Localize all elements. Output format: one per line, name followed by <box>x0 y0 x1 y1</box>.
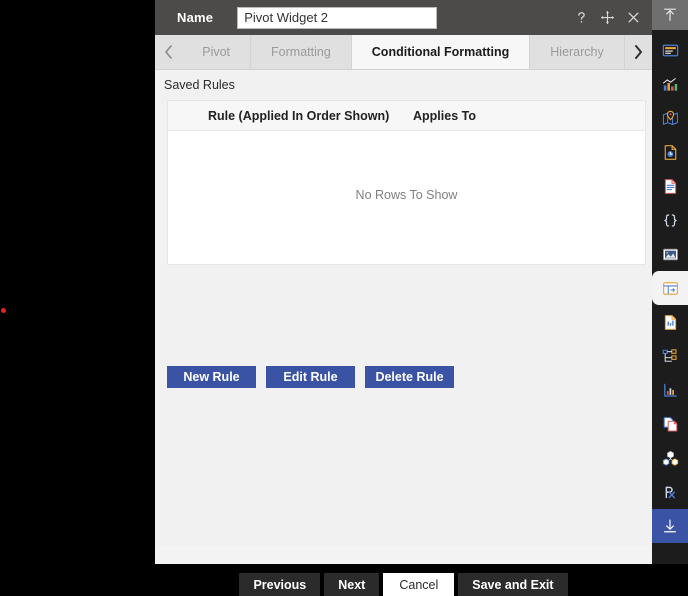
rules-grid-viewport: No Rows To Show <box>168 131 645 264</box>
pivot-widget-icon[interactable] <box>652 271 688 305</box>
widget-toolbar <box>652 0 688 564</box>
saved-rules-title: Saved Rules <box>164 78 235 92</box>
download-icon[interactable] <box>652 509 688 543</box>
map-pin-icon[interactable] <box>652 101 688 135</box>
cancel-button[interactable]: Cancel <box>383 573 455 596</box>
next-button[interactable]: Next <box>324 573 380 596</box>
tab-formatting[interactable]: Formatting <box>251 35 352 69</box>
column-header-rule[interactable]: Rule (Applied In Order Shown) <box>208 109 413 123</box>
tab-list: Pivot Formatting Conditional Formatting … <box>182 35 625 69</box>
line-chart-icon[interactable] <box>652 373 688 407</box>
tab-label: Pivot <box>202 45 231 59</box>
tab-label: Formatting <box>271 45 331 59</box>
new-rule-button[interactable]: New Rule <box>167 366 256 388</box>
canvas-marker-dot <box>1 308 6 313</box>
tab-label: Conditional Formatting <box>371 45 510 59</box>
dialog-footer: Previous Next Cancel Save and Exit <box>155 573 652 596</box>
tree-hierarchy-icon[interactable] <box>652 339 688 373</box>
rules-grid-header: Rule (Applied In Order Shown) Applies To <box>168 101 645 131</box>
document-clock-icon[interactable] <box>652 135 688 169</box>
help-icon[interactable] <box>573 9 590 26</box>
dialog-body: Saved Rules Rule (Applied In Order Shown… <box>155 70 652 596</box>
column-header-applies-to[interactable]: Applies To <box>413 109 476 123</box>
text-document-icon[interactable] <box>652 169 688 203</box>
canvas-background <box>0 0 155 564</box>
pivot-widget-dialog: Name Pivot Widget 2 Pivot Formatting Con… <box>155 0 652 596</box>
copy-pages-icon[interactable] <box>652 407 688 441</box>
tab-label: Hierarchy <box>550 45 604 59</box>
upload-icon[interactable] <box>652 0 688 30</box>
cubes-group-icon[interactable] <box>652 441 688 475</box>
no-rows-message: No Rows To Show <box>355 188 458 202</box>
prescription-rx-icon[interactable] <box>652 475 688 509</box>
previous-button[interactable]: Previous <box>239 573 321 596</box>
save-and-exit-button[interactable]: Save and Exit <box>458 573 568 596</box>
edit-rule-button[interactable]: Edit Rule <box>266 366 355 388</box>
widget-name-input[interactable] <box>237 6 438 29</box>
tab-hierarchy[interactable]: Hierarchy <box>530 35 625 69</box>
below-dialog-strip <box>155 546 652 564</box>
move-icon[interactable] <box>599 9 616 26</box>
code-braces-icon[interactable] <box>652 203 688 237</box>
delete-rule-button[interactable]: Delete Rule <box>365 366 454 388</box>
dialog-header: Name <box>155 0 652 35</box>
dialog-header-icons <box>573 9 642 26</box>
tabs-prev-arrow-icon[interactable] <box>155 35 183 69</box>
bar-chart-icon[interactable] <box>652 67 688 101</box>
report-document-icon[interactable] <box>652 305 688 339</box>
close-icon[interactable] <box>625 9 642 26</box>
card-widget-icon[interactable] <box>652 33 688 67</box>
image-icon[interactable] <box>652 237 688 271</box>
tab-conditional-formatting[interactable]: Conditional Formatting <box>351 35 531 69</box>
name-label: Name <box>177 10 214 25</box>
tab-strip: Pivot Formatting Conditional Formatting … <box>155 35 652 70</box>
rules-grid: Rule (Applied In Order Shown) Applies To… <box>167 100 646 265</box>
app-root: Name Pivot Widget 2 Pivot Formatting Con… <box>0 0 688 596</box>
rule-actions: New Rule Edit Rule Delete Rule <box>167 366 454 388</box>
tab-pivot[interactable]: Pivot <box>182 35 252 69</box>
tabs-next-arrow-icon[interactable] <box>624 35 652 69</box>
